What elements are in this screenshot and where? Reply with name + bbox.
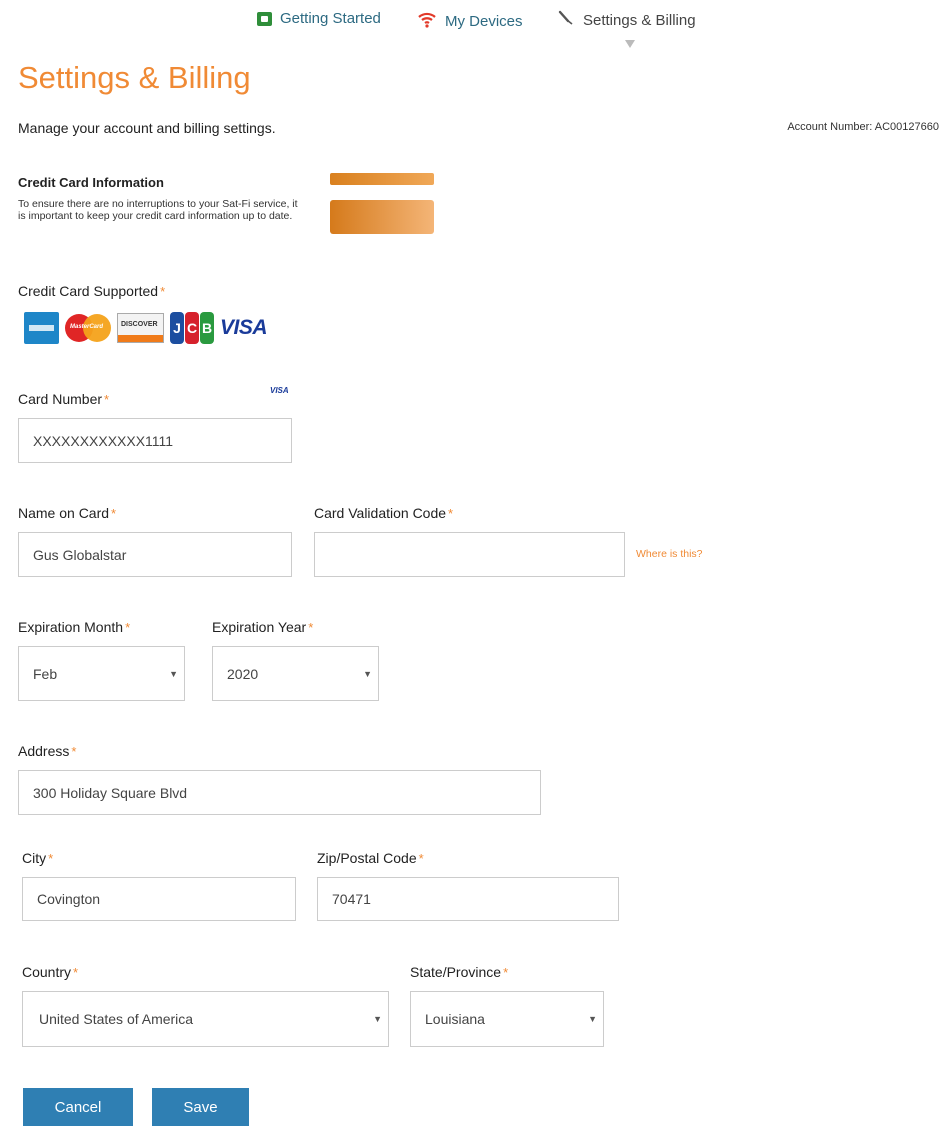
save-button[interactable]: Save [152,1088,249,1126]
visa-logo-icon: VISA [220,316,268,339]
dropdown-arrow-icon: ▼ [169,668,178,679]
nav-getting-started-label: Getting Started [280,10,381,27]
nav-my-devices[interactable]: My Devices [417,10,523,32]
expiration-month-value: Feb [33,665,58,682]
address-label: Address * [18,743,77,759]
dropdown-arrow-icon: ▼ [373,1014,382,1024]
expiration-month-select[interactable]: Feb ▼ [18,646,185,701]
nav-settings-billing-label: Settings & Billing [583,11,696,29]
zip-input[interactable] [317,877,619,921]
where-is-this-link[interactable]: Where is this? [636,548,703,560]
page-title: Settings & Billing [18,60,251,95]
zip-label: Zip/Postal Code * [317,850,424,866]
page-subtitle: Manage your account and billing settings… [18,120,276,136]
country-label: Country * [22,964,79,980]
state-select[interactable]: Louisiana ▼ [410,991,604,1047]
supported-card-logos: MasterCard DISCOVER J C B VISA [24,312,268,344]
wifi-icon [417,10,437,32]
getting-started-icon [257,11,272,26]
city-label: City * [22,850,54,866]
address-input[interactable] [18,770,541,815]
jcb-logo-icon: J C B [170,312,214,344]
city-input[interactable] [22,877,296,921]
discover-logo-icon: DISCOVER [117,313,164,343]
expiration-year-value: 2020 [227,665,259,682]
cvc-input[interactable] [314,532,625,577]
credit-card-supported-label: Credit Card Supported * [18,283,166,299]
cancel-button[interactable]: Cancel [23,1088,133,1126]
amex-logo-icon [24,312,59,344]
country-select[interactable]: United States of America ▼ [22,991,389,1047]
name-on-card-label: Name on Card * [18,505,117,521]
credit-card-icon [330,173,434,234]
expiration-month-label: Expiration Month * [18,619,131,635]
country-value: United States of America [39,1011,194,1027]
nav-my-devices-label: My Devices [445,12,523,30]
credit-card-description: To ensure there are no interruptions to … [18,198,298,222]
state-value: Louisiana [425,1011,485,1027]
dropdown-arrow-icon: ▼ [363,668,372,679]
dropdown-arrow-icon: ▼ [588,1014,597,1024]
nav-settings-billing[interactable]: Settings & Billing [557,10,696,30]
expiration-year-select[interactable]: 2020 ▼ [212,646,379,701]
name-on-card-input[interactable] [18,532,292,577]
state-label: State/Province * [410,964,509,980]
wrench-icon [557,10,575,30]
card-number-label: Card Number * [18,391,110,407]
expiration-year-label: Expiration Year * [212,619,314,635]
mastercard-logo-icon: MasterCard [65,313,111,343]
active-tab-indicator-icon [625,40,635,48]
detected-visa-icon: VISA [270,386,289,395]
credit-card-heading: Credit Card Information [18,175,164,190]
card-number-input[interactable] [18,418,292,463]
cvc-label: Card Validation Code * [314,505,454,521]
account-number: Account Number: AC00127660 [787,121,939,133]
nav-getting-started[interactable]: Getting Started [257,10,381,27]
